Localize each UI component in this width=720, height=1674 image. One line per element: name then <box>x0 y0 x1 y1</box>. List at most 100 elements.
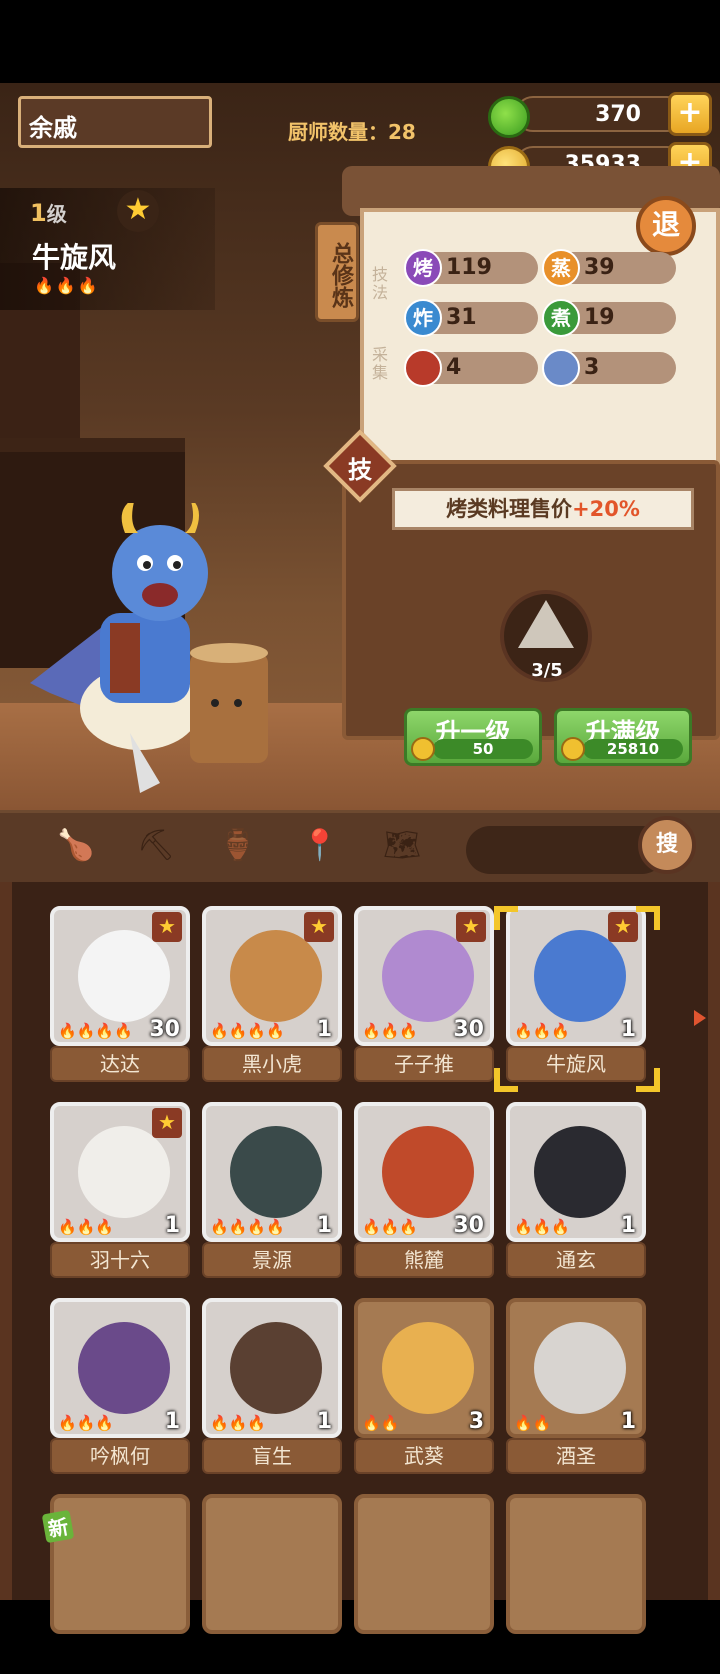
chef-card[interactable]: 🔥🔥🔥🔥 1 景源 <box>202 1102 342 1282</box>
map-question-icon[interactable]: 🗺 <box>380 828 424 868</box>
steam-icon: 蒸 <box>542 249 580 287</box>
chef-portrait <box>354 1494 494 1634</box>
chef-card[interactable]: 🔥🔥🔥 1 ★ 羽十六 <box>50 1102 190 1282</box>
boil-icon: 煮 <box>542 299 580 337</box>
chef-card-partial[interactable] <box>506 1494 646 1674</box>
upgrade-one-button[interactable]: 升一级 50 <box>404 708 542 766</box>
chef-face <box>78 1322 170 1414</box>
chef-card[interactable]: 🔥🔥🔥🔥 1 ★ 黑小虎 <box>202 906 342 1086</box>
chef-name: 子子推 <box>354 1046 494 1082</box>
chef-card[interactable]: 🔥🔥🔥 1 吟枫何 <box>50 1298 190 1478</box>
search-button[interactable]: 搜 <box>638 816 696 874</box>
gather-value: 4 <box>446 355 462 380</box>
meat-icon <box>404 349 442 387</box>
selection-corner <box>636 906 660 930</box>
chef-portrait <box>202 1494 342 1634</box>
flame-rating: 🔥🔥 <box>362 1414 400 1432</box>
scroll-indicator-icon <box>694 1010 706 1026</box>
chef-card-partial[interactable] <box>354 1494 494 1674</box>
chef-face <box>534 930 626 1022</box>
chef-name: 牛旋风 <box>506 1046 646 1082</box>
selection-corner <box>494 1068 518 1092</box>
lock-icon <box>518 600 574 648</box>
chef-level: 3 <box>468 1409 484 1434</box>
level-number: 1 <box>30 199 47 227</box>
skill-steam: 蒸 39 <box>542 249 676 287</box>
chef-face <box>230 930 322 1022</box>
star-icon: ★ <box>117 190 159 232</box>
chef-card-partial[interactable] <box>202 1494 342 1674</box>
chef-card[interactable]: 🔥🔥🔥 1 ★ 牛旋风 <box>506 906 646 1086</box>
chef-level: 1 <box>620 1213 636 1238</box>
coin-icon <box>411 737 435 761</box>
chef-name: 羽十六 <box>50 1242 190 1278</box>
shovel-icon[interactable]: ⛏ <box>134 828 178 868</box>
skill-value: 31 <box>446 305 477 330</box>
chef-card[interactable]: 🔥🔥 1 酒圣 <box>506 1298 646 1478</box>
flame-rating: 🔥🔥🔥🔥 <box>210 1022 285 1040</box>
fry-icon: 炸 <box>404 299 442 337</box>
gather-meat: 4 <box>404 349 538 387</box>
gather-value: 3 <box>584 355 600 380</box>
chef-card[interactable]: 🔥🔥🔥 1 盲生 <box>202 1298 342 1478</box>
jade-counter: 370 <box>515 96 685 132</box>
chef-level: 30 <box>149 1017 180 1042</box>
exit-button[interactable]: 退 <box>636 196 696 256</box>
selection-corner <box>494 906 518 930</box>
chef-face <box>78 1126 170 1218</box>
flame-rating: 🔥🔥🔥 <box>514 1218 571 1236</box>
chef-level: 30 <box>453 1017 484 1042</box>
player-name-box[interactable]: 余戚 <box>18 96 212 148</box>
skill-label: 技法 <box>371 265 388 302</box>
chef-portrait: 🔥🔥 3 <box>354 1298 494 1438</box>
chef-face <box>230 1126 322 1218</box>
location-icon[interactable]: 📍 <box>298 828 342 868</box>
chef-card[interactable]: 🔥🔥🔥 1 通玄 <box>506 1102 646 1282</box>
chef-name: 通玄 <box>506 1242 646 1278</box>
flame-rating: 🔥🔥🔥 <box>58 1414 115 1432</box>
chef-card[interactable]: 🔥🔥🔥 30 ★ 子子推 <box>354 906 494 1086</box>
bonus-banner: 烤类料理售价+20% <box>392 488 694 530</box>
chef-portrait: 🔥🔥🔥 1 <box>202 1298 342 1438</box>
fish-icon <box>542 349 580 387</box>
drumstick-icon[interactable]: 🍗 <box>54 828 98 868</box>
coin-icon <box>561 737 585 761</box>
chef-portrait: 🔥🔥🔥🔥 30 ★ <box>50 906 190 1046</box>
chef-face <box>534 1322 626 1414</box>
search-input[interactable] <box>466 826 666 874</box>
tech-label: 技 <box>348 456 372 484</box>
chef-name: 吟枫何 <box>50 1438 190 1474</box>
flame-rating: 🔥🔥🔥🔥 <box>210 1218 285 1236</box>
chef-level: 1 <box>620 1017 636 1042</box>
chef-level: 1 <box>164 1409 180 1434</box>
upgrade-one-cost: 50 <box>433 739 533 759</box>
star-icon: ★ <box>152 1108 182 1138</box>
upgrade-max-button[interactable]: 升满级 25810 <box>554 708 692 766</box>
add-jade-button[interactable]: + <box>668 92 712 136</box>
chef-face <box>78 930 170 1022</box>
chef-character-sprite[interactable] <box>10 503 310 803</box>
jar-icon[interactable]: 🏺 <box>216 828 260 868</box>
star-icon: ★ <box>304 912 334 942</box>
skill-fry: 炸 31 <box>404 299 538 337</box>
chef-card[interactable]: 🔥🔥🔥🔥 30 ★ 达达 <box>50 906 190 1086</box>
status-bar-area <box>0 0 720 83</box>
chef-face <box>534 1126 626 1218</box>
chef-level: 1 <box>620 1409 636 1434</box>
new-badge: 新 <box>41 1509 75 1544</box>
chef-count: 厨师数量：28 <box>288 120 416 144</box>
star-icon: ★ <box>456 912 486 942</box>
chef-card[interactable]: 🔥🔥🔥 30 熊麓 <box>354 1102 494 1282</box>
flame-rating: 🔥🔥 <box>514 1414 552 1432</box>
unlock-progress: 3/5 <box>531 660 563 681</box>
chef-level: 1 <box>164 1213 180 1238</box>
total-training-tab[interactable]: 总修炼 <box>315 222 359 322</box>
character-name: 牛旋风 <box>32 241 117 274</box>
flame-rating: 🔥🔥🔥 <box>34 276 100 295</box>
bonus-percent: +20% <box>572 497 640 521</box>
chef-name: 景源 <box>202 1242 342 1278</box>
chef-card[interactable]: 🔥🔥 3 武葵 <box>354 1298 494 1478</box>
roast-icon: 烤 <box>404 249 442 287</box>
jade-icon <box>488 96 530 138</box>
chef-name: 熊麓 <box>354 1242 494 1278</box>
